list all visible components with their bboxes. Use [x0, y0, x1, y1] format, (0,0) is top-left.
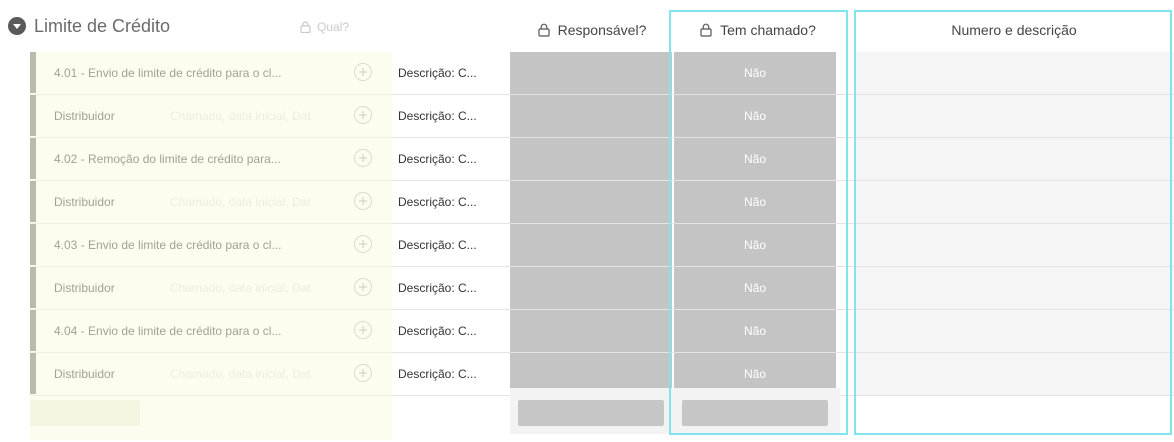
tem-chamado-cell[interactable]: Não [674, 310, 836, 352]
add-item-icon[interactable] [354, 192, 372, 210]
responsavel-cell[interactable] [510, 95, 672, 137]
row-ghost-text: Chamado, data inicial, Dat [170, 281, 311, 295]
row-ghost-text [170, 310, 370, 352]
row-description[interactable]: Descrição: C... [398, 267, 477, 309]
row-color-bar [30, 267, 36, 308]
table-row[interactable]: Distribuidor Chamado, data inicial, Dat … [30, 181, 1174, 224]
numero-descricao-cell[interactable] [856, 181, 1174, 223]
add-item-icon[interactable] [354, 321, 372, 339]
table-body: 4.01 - Envio de limite de crédito para o… [30, 52, 1174, 396]
responsavel-cell[interactable] [510, 224, 672, 266]
row-ghost-text: Chamado, data inicial, Dat [170, 109, 311, 123]
tem-chamado-cell[interactable]: Não [674, 181, 836, 223]
lock-icon [300, 21, 311, 33]
summary-ghost-cell [30, 400, 140, 426]
tem-chamado-cell[interactable]: Não [674, 267, 836, 309]
table-row[interactable]: Distribuidor Chamado, data inicial, Dat … [30, 95, 1174, 138]
row-description[interactable]: Descrição: C... [398, 224, 477, 266]
table-row[interactable]: 4.01 - Envio de limite de crédito para o… [30, 52, 1174, 95]
row-color-bar [30, 138, 36, 179]
tem-chamado-summary-cell [682, 400, 828, 426]
numero-descricao-cell[interactable] [856, 353, 1174, 395]
faded-column-header-qual: Qual? [300, 20, 349, 34]
column-header-numero-descricao[interactable]: Numero e descrição [856, 10, 1172, 50]
numero-descricao-cell[interactable] [856, 52, 1174, 94]
tem-chamado-cell[interactable]: Não [674, 224, 836, 266]
row-color-bar [30, 52, 36, 93]
numero-descricao-cell[interactable] [856, 224, 1174, 266]
row-ghost-text: Chamado, data inicial, Dat [170, 195, 311, 209]
row-description[interactable]: Descrição: C... [398, 52, 477, 94]
numero-descricao-cell[interactable] [856, 138, 1174, 180]
add-item-icon[interactable] [354, 149, 372, 167]
numero-descricao-cell[interactable] [856, 267, 1174, 309]
numero-descricao-cell[interactable] [856, 310, 1174, 352]
responsavel-cell[interactable] [510, 138, 672, 180]
responsavel-cell[interactable] [510, 181, 672, 223]
row-description[interactable]: Descrição: C... [398, 310, 477, 352]
table-row[interactable]: Distribuidor Chamado, data inicial, Dat … [30, 267, 1174, 310]
row-color-bar [30, 181, 36, 222]
row-ghost-text [170, 138, 370, 180]
add-item-icon[interactable] [354, 235, 372, 253]
row-color-bar [30, 310, 36, 351]
table-row[interactable]: 4.04 - Envio de limite de crédito para o… [30, 310, 1174, 353]
responsavel-cell[interactable] [510, 267, 672, 309]
tem-chamado-cell[interactable]: Não [674, 52, 836, 94]
responsavel-cell[interactable] [510, 52, 672, 94]
table-row[interactable]: 4.03 - Envio de limite de crédito para o… [30, 224, 1174, 267]
column-header-responsavel[interactable]: Responsável? [510, 10, 674, 50]
row-ghost-text [170, 52, 370, 94]
chevron-down-icon[interactable] [8, 17, 26, 35]
tem-chamado-cell[interactable]: Não [674, 138, 836, 180]
lock-icon [538, 23, 550, 37]
row-description[interactable]: Descrição: C... [398, 95, 477, 137]
row-ghost-text [170, 224, 370, 266]
table-row[interactable]: 4.02 - Remoção do limite de crédito para… [30, 138, 1174, 181]
responsavel-cell[interactable] [510, 310, 672, 352]
group-title: Limite de Crédito [34, 15, 171, 36]
row-description[interactable]: Descrição: C... [398, 138, 477, 180]
row-color-bar [30, 224, 36, 265]
lock-icon [700, 23, 712, 37]
row-description[interactable]: Descrição: C... [398, 353, 477, 395]
column-header-tem-chamado[interactable]: Tem chamado? [674, 10, 842, 50]
add-item-icon[interactable] [354, 106, 372, 124]
row-description[interactable]: Descrição: C... [398, 181, 477, 223]
responsavel-summary-cell [518, 400, 664, 426]
row-color-bar [30, 353, 36, 394]
add-item-icon[interactable] [354, 364, 372, 382]
row-color-bar [30, 95, 36, 136]
row-ghost-text: Chamado, data inicial, Dat [170, 367, 311, 381]
add-item-icon[interactable] [354, 63, 372, 81]
numero-descricao-cell[interactable] [856, 95, 1174, 137]
tem-chamado-cell[interactable]: Não [674, 95, 836, 137]
add-item-icon[interactable] [354, 278, 372, 296]
